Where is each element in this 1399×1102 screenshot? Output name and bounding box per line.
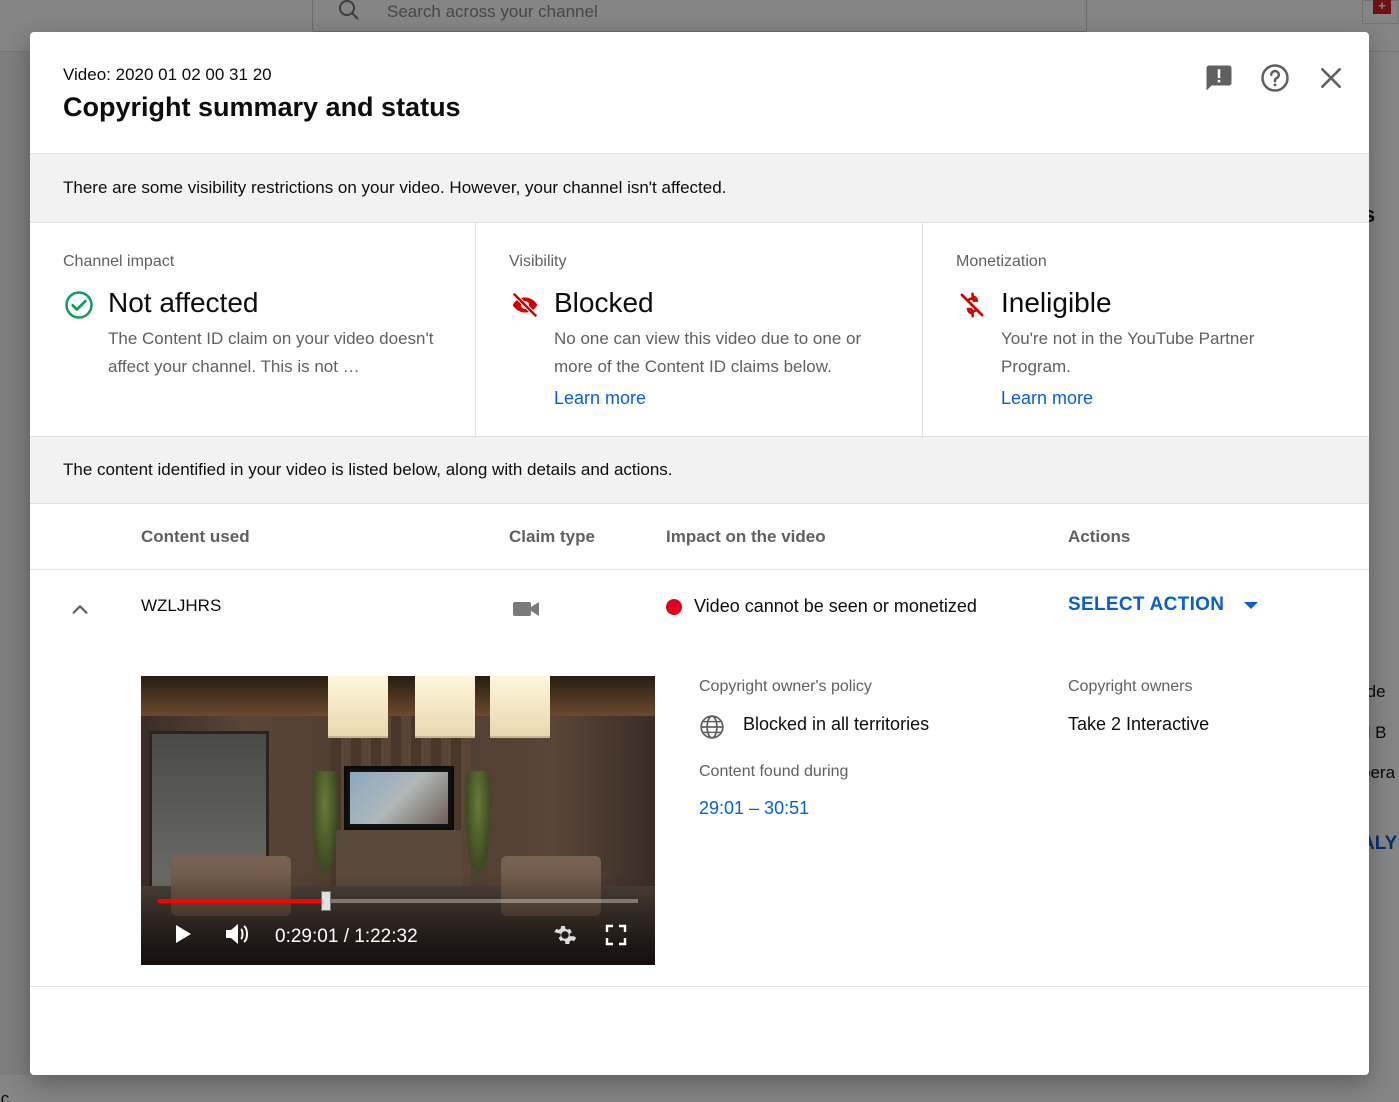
copyright-dialog: Video: 2020 01 02 00 31 20 Copyright sum…: [30, 32, 1369, 1075]
time-display: 0:29:01 / 1:22:32: [275, 926, 418, 948]
card-description: No one can view this video due to one or…: [554, 329, 862, 376]
settings-gear-icon[interactable]: [551, 921, 579, 949]
select-action-label: SELECT ACTION: [1068, 594, 1225, 615]
content-found-label: Content found during: [699, 763, 849, 780]
table-header: Content used Claim type Impact on the vi…: [30, 504, 1369, 570]
table-row: WZLJHRS Video cannot be seen or monetize…: [30, 570, 1369, 987]
policy-label: Copyright owner's policy: [699, 678, 872, 695]
videocam-icon: [511, 597, 543, 623]
learn-more-link[interactable]: Learn more: [1001, 388, 1093, 409]
dialog-title: Copyright summary and status: [63, 92, 461, 122]
help-icon[interactable]: [1259, 62, 1291, 94]
content-found-link[interactable]: 29:01 – 30:51: [699, 798, 809, 819]
channel-impact-card: Channel impact Not affected The Content …: [30, 223, 476, 436]
dialog-header: Video: 2020 01 02 00 31 20 Copyright sum…: [30, 32, 1369, 154]
check-circle-icon: [63, 289, 95, 321]
learn-more-link[interactable]: Learn more: [554, 388, 646, 409]
owners-value: Take 2 Interactive: [1068, 714, 1210, 734]
select-action-dropdown[interactable]: SELECT ACTION: [1068, 594, 1259, 616]
policy-value: Blocked in all territories: [743, 714, 930, 734]
card-status: Blocked: [554, 287, 654, 318]
current-time: 0:29:01: [275, 926, 339, 947]
card-label: Channel impact: [63, 253, 175, 270]
monetization-card: Monetization Ineligible You're not in th…: [923, 223, 1369, 436]
card-description: The Content ID claim on your video doesn…: [108, 329, 434, 376]
close-icon[interactable]: [1315, 62, 1347, 94]
impact-status: Video cannot be seen or monetized: [666, 596, 977, 617]
time-separator: /: [343, 926, 355, 947]
globe-icon: [699, 714, 725, 740]
visibility-card: Visibility Blocked No one can view this …: [476, 223, 923, 436]
chevron-up-icon[interactable]: [66, 596, 94, 624]
caret-down-icon: [1244, 601, 1259, 609]
content-used-name: WZLJHRS: [141, 596, 222, 615]
owners-label: Copyright owners: [1068, 678, 1193, 695]
progress-handle[interactable]: [321, 891, 331, 911]
impact-text: Video cannot be seen or monetized: [694, 596, 977, 616]
column-header-actions: Actions: [1068, 527, 1131, 546]
progress-fill: [158, 899, 326, 903]
column-header-impact: Impact on the video: [666, 527, 826, 546]
visibility-off-icon: [509, 289, 541, 321]
video-player[interactable]: 0:29:01 / 1:22:32: [141, 676, 655, 965]
card-status: Ineligible: [1001, 287, 1112, 318]
card-description: You're not in the YouTube Partner Progra…: [1001, 329, 1255, 376]
duration: 1:22:32: [354, 926, 418, 947]
status-cards: Channel impact Not affected The Content …: [30, 223, 1369, 436]
video-label: Video: 2020 01 02 00 31 20: [63, 65, 272, 84]
header-actions: [1203, 62, 1347, 94]
money-off-icon: [956, 289, 988, 321]
progress-bar[interactable]: [158, 891, 638, 911]
feedback-icon[interactable]: [1203, 62, 1235, 94]
content-banner: The content identified in your video is …: [30, 436, 1369, 504]
visibility-banner: There are some visibility restrictions o…: [30, 154, 1369, 223]
play-icon[interactable]: [171, 922, 195, 946]
card-status: Not affected: [108, 287, 259, 318]
card-label: Visibility: [509, 253, 567, 270]
column-header-claim-type: Claim type: [509, 527, 595, 546]
fullscreen-icon[interactable]: [603, 922, 629, 948]
card-label: Monetization: [956, 253, 1047, 270]
volume-icon[interactable]: [223, 921, 253, 947]
status-dot-icon: [666, 598, 682, 615]
column-header-content-used: Content used: [141, 527, 250, 546]
